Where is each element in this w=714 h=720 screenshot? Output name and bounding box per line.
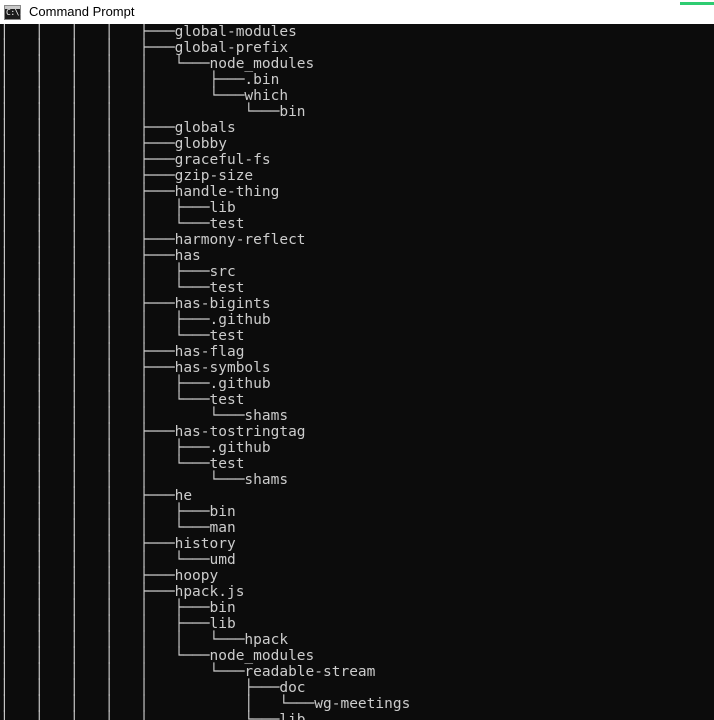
tree-line: │ │ │ │ │ ├───.github — [0, 440, 271, 456]
command-prompt-window: C:\. Command Prompt │ │ │ │ ├───global-m… — [0, 0, 714, 720]
tree-line: │ │ │ │ │ ├───.bin — [0, 72, 280, 88]
tree-line: │ │ │ │ │ ├───bin — [0, 600, 236, 616]
tree-line: │ │ │ │ │ └───readable-stream — [0, 664, 376, 680]
tree-line: │ │ │ │ │ └───test — [0, 392, 245, 408]
tree-line: │ │ │ │ │ ├───doc — [0, 680, 306, 696]
tree-line: │ │ │ │ │ │ └───wg-meetings — [0, 696, 411, 712]
tree-line: │ │ │ │ │ └───man — [0, 520, 236, 536]
tree-line: │ │ │ │ │ ├───.github — [0, 376, 271, 392]
tree-line: │ │ │ │ │ ├───lib — [0, 616, 236, 632]
tree-line: │ │ │ │ │ └───test — [0, 280, 245, 296]
icon-prompt-glyph: C:\. — [6, 7, 24, 17]
tree-line: │ │ │ │ ├───has-symbols — [0, 360, 271, 376]
tree-line: │ │ │ │ ├───hpack.js — [0, 584, 245, 600]
tree-line: │ │ │ │ ├───global-modules — [0, 24, 297, 40]
tree-line: │ │ │ │ │ │ └───hpack — [0, 632, 289, 648]
window-title: Command Prompt — [29, 4, 135, 19]
tree-line: │ │ │ │ │ └───shams — [0, 408, 289, 424]
tree-line: │ │ │ │ │ └───umd — [0, 552, 236, 568]
tree-line: │ │ │ │ │ └───test — [0, 456, 245, 472]
tree-line: │ │ │ │ ├───globby — [0, 136, 227, 152]
tree-line: │ │ │ │ │ ├───src — [0, 264, 236, 280]
tree-line: │ │ │ │ │ └───which — [0, 88, 289, 104]
tree-line: │ │ │ │ ├───harmony-reflect — [0, 232, 306, 248]
tree-line: │ │ │ │ ├───has-tostringtag — [0, 424, 306, 440]
tree-output: │ │ │ │ ├───global-modules │ │ │ │ ├───gl… — [0, 24, 410, 720]
tree-line: │ │ │ │ ├───history — [0, 536, 236, 552]
window-titlebar[interactable]: C:\. Command Prompt — [0, 0, 714, 24]
tree-line: │ │ │ │ │ └───shams — [0, 472, 289, 488]
tree-line: │ │ │ │ ├───gzip-size — [0, 168, 254, 184]
tree-line: │ │ │ │ ├───has-flag — [0, 344, 245, 360]
tree-line: │ │ │ │ ├───handle-thing — [0, 184, 280, 200]
tree-line: │ │ │ │ │ ├───bin — [0, 504, 236, 520]
console-client-area[interactable]: │ │ │ │ ├───global-modules │ │ │ │ ├───gl… — [0, 24, 714, 720]
tree-line: │ │ │ │ ├───he — [0, 488, 193, 504]
tree-line: │ │ │ │ │ └───bin — [0, 104, 306, 120]
tree-line: │ │ │ │ ├───has — [0, 248, 201, 264]
tree-line: │ │ │ │ │ └───test — [0, 216, 245, 232]
accent-line — [680, 2, 714, 5]
tree-line: │ │ │ │ ├───has-bigints — [0, 296, 271, 312]
tree-line: │ │ │ │ ├───global-prefix — [0, 40, 289, 56]
tree-line: │ │ │ │ │ └───test — [0, 328, 245, 344]
tree-line: │ │ │ │ ├───graceful-fs — [0, 152, 271, 168]
tree-line: │ │ │ │ │ ├───.github — [0, 312, 271, 328]
command-prompt-icon: C:\. — [4, 4, 24, 20]
tree-line: │ │ │ │ │ └───node_modules — [0, 56, 315, 72]
tree-line: │ │ │ │ ├───hoopy — [0, 568, 219, 584]
tree-line: │ │ │ │ │ └───node_modules — [0, 648, 315, 664]
tree-line: │ │ │ │ │ └───lib — [0, 712, 306, 720]
tree-line: │ │ │ │ │ ├───lib — [0, 200, 236, 216]
tree-line: │ │ │ │ ├───globals — [0, 120, 236, 136]
